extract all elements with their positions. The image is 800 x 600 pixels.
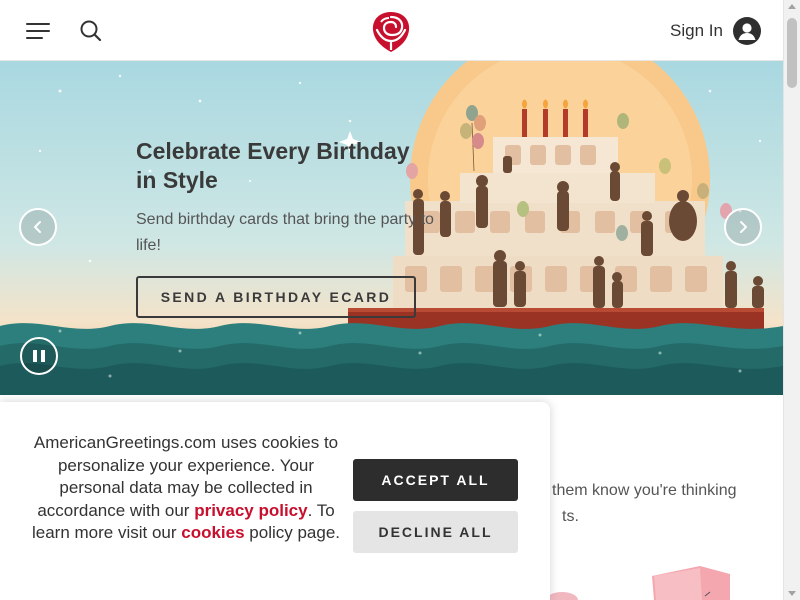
- accept-all-button[interactable]: ACCEPT ALL: [353, 459, 518, 501]
- pause-icon[interactable]: [20, 337, 58, 375]
- intro-text-line-1: them know you're thinking: [552, 482, 737, 499]
- hamburger-menu-icon[interactable]: [26, 20, 52, 42]
- cookie-consent-banner: AmericanGreetings.com uses cookies to pe…: [0, 402, 550, 600]
- decline-all-button[interactable]: DECLINE ALL: [353, 511, 518, 553]
- send-birthday-ecard-button[interactable]: SEND A BIRTHDAY ECARD: [136, 276, 416, 318]
- page-scrollbar[interactable]: [783, 0, 800, 600]
- cookie-message: AmericanGreetings.com uses cookies to pe…: [28, 432, 344, 545]
- carousel-next-button[interactable]: [724, 208, 762, 246]
- scroll-up-arrow-icon[interactable]: [788, 4, 796, 9]
- hero-subtitle: Send birthday cards that bring the party…: [136, 211, 434, 254]
- site-header: Sign In: [0, 0, 783, 61]
- card-illustration: [546, 566, 730, 600]
- carousel-prev-button[interactable]: [19, 208, 57, 246]
- chevron-left-icon: [34, 221, 41, 233]
- page: Sign In Celebrate Every Birthday in Styl…: [0, 0, 800, 600]
- cookies-policy-link[interactable]: cookies: [181, 523, 244, 542]
- sign-in-button[interactable]: Sign In: [670, 17, 761, 45]
- hero-banner: Celebrate Every Birthday in Style Send b…: [0, 61, 783, 395]
- chevron-right-icon: [740, 221, 747, 233]
- rose-logo-icon[interactable]: [369, 8, 413, 54]
- intro-text: them know you're thinking ts.: [552, 478, 782, 530]
- intro-text-line-2: ts.: [562, 508, 579, 525]
- hero-title: Celebrate Every Birthday in Style: [136, 138, 410, 193]
- scroll-thumb[interactable]: [787, 18, 797, 88]
- sign-in-label: Sign In: [670, 21, 723, 40]
- privacy-policy-link[interactable]: privacy policy: [194, 501, 307, 520]
- cookie-text-part-3: policy page.: [244, 523, 341, 542]
- scroll-down-arrow-icon[interactable]: [788, 591, 796, 596]
- user-account-icon: [732, 17, 761, 45]
- search-icon[interactable]: [78, 18, 104, 44]
